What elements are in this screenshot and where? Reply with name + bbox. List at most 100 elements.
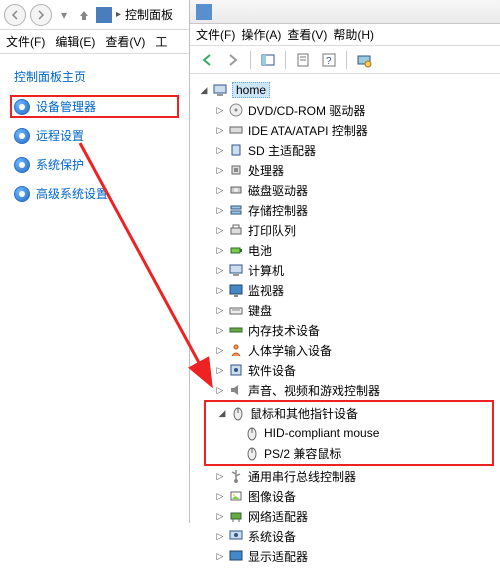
tree-node[interactable]: ▷磁盘驱动器 [196, 180, 500, 200]
tree-node[interactable]: ▷存储控制器 [196, 200, 500, 220]
cpu-icon [228, 162, 244, 178]
title-bar [190, 0, 500, 24]
tree-node-label: 声音、视频和游戏控制器 [248, 382, 380, 399]
shield-icon [14, 186, 30, 202]
shield-icon [14, 99, 30, 115]
image-icon [228, 488, 244, 504]
properties-button[interactable] [292, 49, 314, 71]
device-manager-window: 文件(F) 操作(A) 查看(V) 帮助(H) ? ◢ home ▷DVD/CD… [190, 0, 500, 523]
show-hide-button[interactable] [257, 49, 279, 71]
menu-view[interactable]: 查看(V) [105, 33, 145, 50]
sidebar-item-label: 远程设置 [36, 127, 84, 144]
tree-node[interactable]: ▷ 声音、视频和游戏控制器 [196, 380, 500, 400]
sidebar-item-device-manager[interactable]: 设备管理器 [10, 95, 179, 118]
back-button[interactable] [4, 4, 26, 26]
back-button[interactable] [196, 49, 218, 71]
tree-node[interactable]: ▷ 显示适配器 [196, 546, 500, 566]
menu-action[interactable]: 操作(A) [241, 26, 281, 43]
tree-node[interactable]: ▷IDE ATA/ATAPI 控制器 [196, 120, 500, 140]
expand-icon[interactable]: ▷ [214, 490, 226, 502]
network-icon [228, 508, 244, 524]
tree-node[interactable]: ▷打印队列 [196, 220, 500, 240]
menu-bar: 文件(F) 操作(A) 查看(V) 帮助(H) [190, 24, 500, 46]
memory-icon [228, 322, 244, 338]
tree-node[interactable]: ▷ 软件设备 [196, 360, 500, 380]
tree-node[interactable]: ▷ 图像设备 [196, 486, 500, 506]
sidebar-item-advanced[interactable]: 高级系统设置 [10, 182, 179, 205]
expand-icon[interactable]: ▷ [214, 164, 226, 176]
display-icon [228, 548, 244, 564]
tree-node-label: 内存技术设备 [248, 322, 320, 339]
expand-icon[interactable]: ▷ [214, 284, 226, 296]
expand-icon[interactable]: ▷ [214, 144, 226, 156]
forward-button[interactable] [222, 49, 244, 71]
tree-leaf-label: PS/2 兼容鼠标 [264, 445, 341, 462]
tree-node-label: 鼠标和其他指针设备 [250, 405, 358, 422]
help-button[interactable]: ? [318, 49, 340, 71]
expand-icon[interactable]: ▷ [214, 264, 226, 276]
expand-icon[interactable]: ▷ [214, 384, 226, 396]
tree-node[interactable]: ▷处理器 [196, 160, 500, 180]
expand-icon[interactable]: ▷ [214, 304, 226, 316]
tree-leaf-ps2-mouse[interactable]: PS/2 兼容鼠标 [206, 443, 492, 463]
keyboard-icon [228, 302, 244, 318]
tree-node-mouse[interactable]: ◢ 鼠标和其他指针设备 [206, 403, 492, 423]
expand-icon[interactable]: ▷ [214, 324, 226, 336]
toolbar: ? [190, 46, 500, 74]
tree-node[interactable]: ▷人体学输入设备 [196, 340, 500, 360]
tree-node-label: 图像设备 [248, 488, 296, 505]
tree-node-label: 系统设备 [248, 528, 296, 545]
battery-icon [228, 242, 244, 258]
forward-button[interactable] [30, 4, 52, 26]
hid-icon [228, 342, 244, 358]
shield-icon [14, 128, 30, 144]
tree-node[interactable]: ▷监视器 [196, 280, 500, 300]
tree-node-label: 软件设备 [248, 362, 296, 379]
recent-dropdown-icon[interactable]: ▾ [56, 4, 72, 26]
expand-icon[interactable]: ▷ [214, 244, 226, 256]
menu-file[interactable]: 文件(F) [196, 26, 235, 43]
tree-node[interactable]: ▷DVD/CD-ROM 驱动器 [196, 100, 500, 120]
tree-node-label: 显示适配器 [248, 548, 308, 565]
tree-node-label: 键盘 [248, 302, 272, 319]
expand-icon[interactable]: ▷ [214, 530, 226, 542]
menu-file[interactable]: 文件(F) [6, 33, 45, 50]
menu-view[interactable]: 查看(V) [287, 26, 327, 43]
tree-node[interactable]: ▷ 键盘 [196, 300, 500, 320]
tree-node[interactable]: ▷SD 主适配器 [196, 140, 500, 160]
sidebar-item-remote[interactable]: 远程设置 [10, 124, 179, 147]
tree-node[interactable]: ▷计算机 [196, 260, 500, 280]
tree-leaf-hid-mouse[interactable]: HID-compliant mouse [206, 423, 492, 443]
menu-edit[interactable]: 编辑(E) [55, 33, 95, 50]
tree-node[interactable]: ▷电池 [196, 240, 500, 260]
expand-icon[interactable]: ▷ [214, 124, 226, 136]
up-button[interactable] [76, 4, 92, 26]
breadcrumb-text[interactable]: 控制面板 [125, 6, 173, 23]
sidebar-item-protection[interactable]: 系统保护 [10, 153, 179, 176]
expand-icon[interactable]: ▷ [214, 224, 226, 236]
expand-icon[interactable]: ▷ [214, 184, 226, 196]
software-icon [228, 362, 244, 378]
tree-node[interactable]: ▷网络适配器 [196, 506, 500, 526]
mouse-icon [230, 405, 246, 421]
ide-icon [228, 122, 244, 138]
scan-button[interactable] [353, 49, 375, 71]
expand-icon[interactable]: ▷ [214, 204, 226, 216]
collapse-icon[interactable]: ◢ [198, 84, 210, 96]
expand-icon[interactable]: ▷ [214, 104, 226, 116]
expand-icon[interactable]: ▷ [214, 364, 226, 376]
expand-icon[interactable]: ▷ [214, 470, 226, 482]
collapse-icon[interactable]: ◢ [216, 407, 228, 419]
expand-icon[interactable]: ▷ [214, 344, 226, 356]
mouse-icon [244, 445, 260, 461]
expand-icon[interactable]: ▷ [214, 550, 226, 562]
tree-node[interactable]: ▷ 内存技术设备 [196, 320, 500, 340]
expand-icon[interactable]: ▷ [214, 510, 226, 522]
menu-help[interactable]: 帮助(H) [333, 26, 374, 43]
control-panel-home-link[interactable]: 控制面板主页 [10, 66, 90, 87]
sidebar-item-label: 设备管理器 [36, 98, 96, 115]
tree-root[interactable]: ◢ home [196, 80, 500, 100]
tree-node[interactable]: ▷通用串行总线控制器 [196, 466, 500, 486]
menu-tools[interactable]: 工 [155, 33, 167, 50]
tree-node[interactable]: ▷ 系统设备 [196, 526, 500, 546]
